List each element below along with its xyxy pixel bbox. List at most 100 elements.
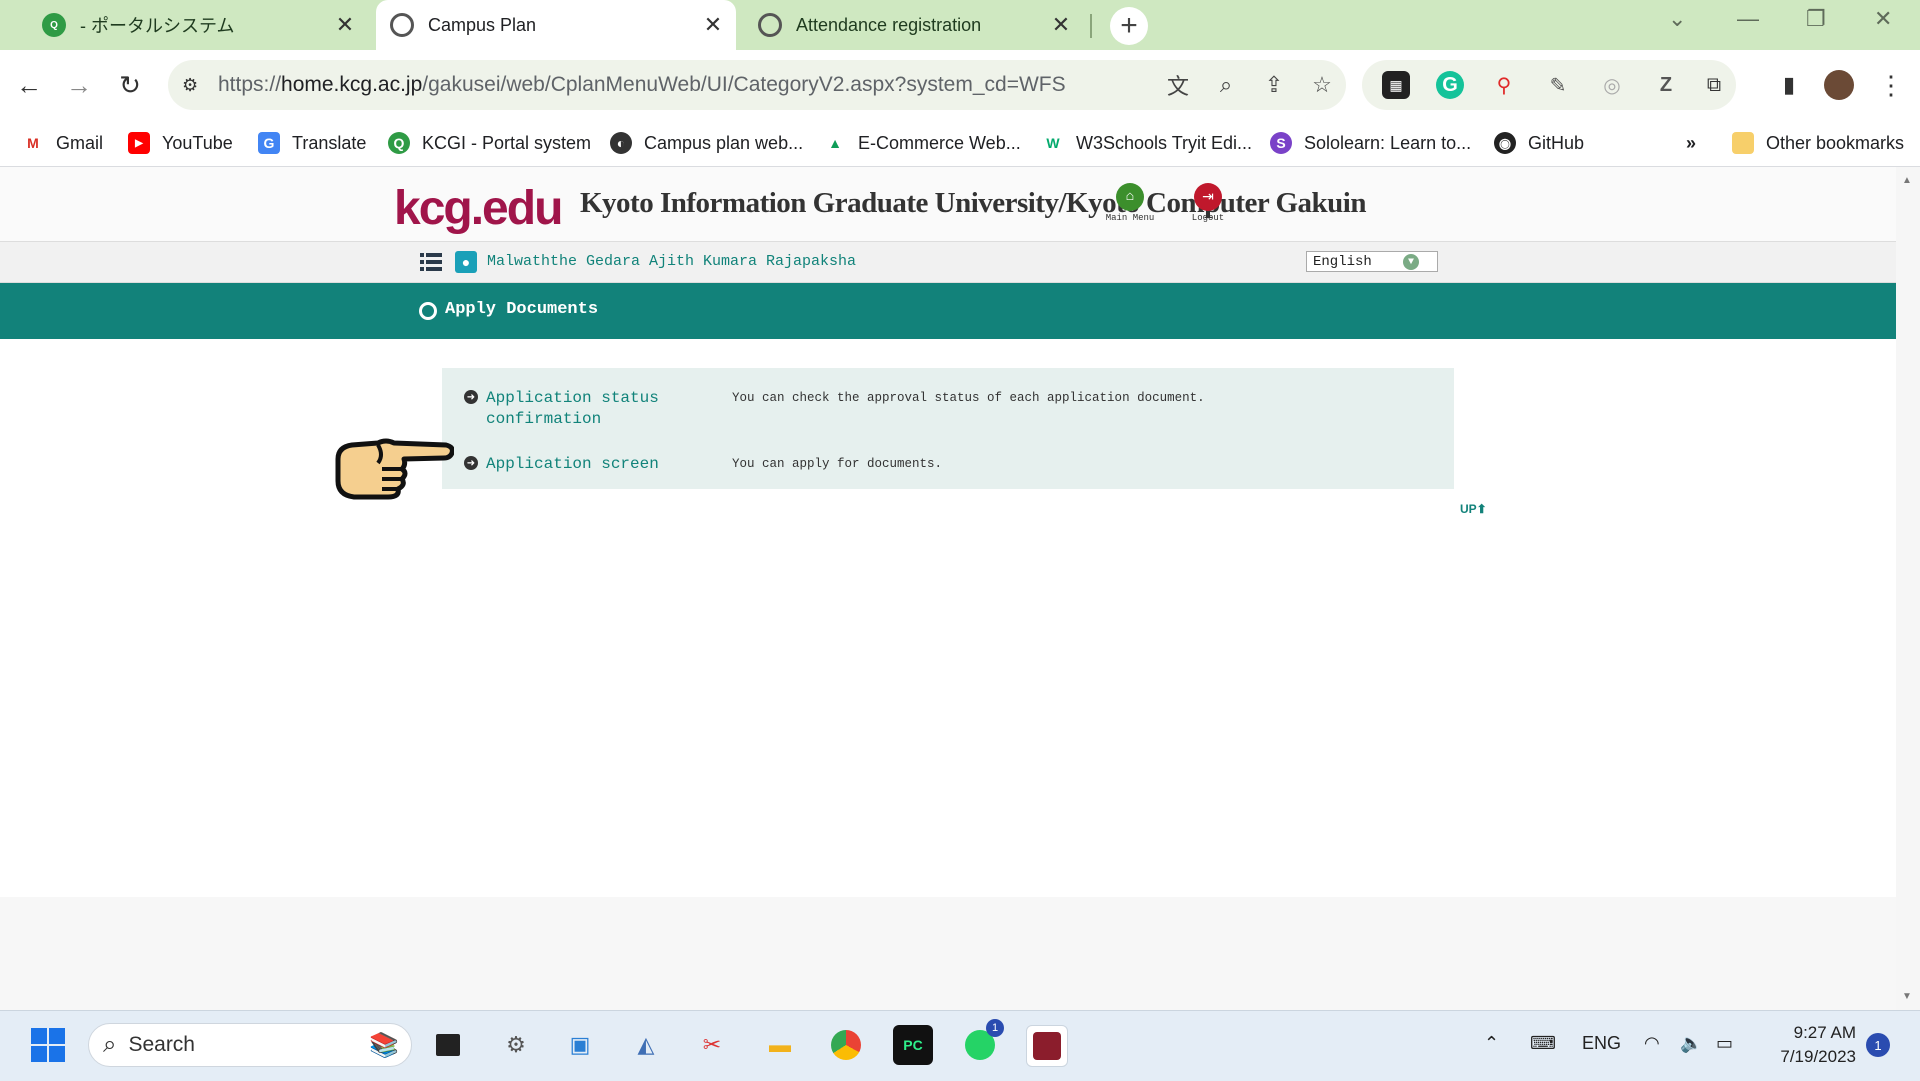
arrow-right-icon: ➜ (464, 456, 478, 470)
more-bookmarks-button[interactable]: » (1686, 129, 1696, 157)
page-up-link[interactable]: UP⬆ (1460, 502, 1487, 516)
page-footer (0, 897, 1896, 1010)
scroll-up-icon[interactable]: ▲ (1902, 175, 1912, 186)
address-bar[interactable]: ⚙ https://home.kcg.ac.jp/gakusei/web/Cpl… (168, 60, 1346, 110)
start-button[interactable] (28, 1025, 68, 1065)
snipping-tool-icon[interactable]: ✂ (692, 1025, 732, 1065)
key-icon[interactable]: ⚲ (1490, 71, 1518, 99)
section-header: Apply Documents (0, 283, 1896, 339)
language-select[interactable]: English ▼ (1306, 251, 1438, 272)
bookmark-gmail[interactable]: M Gmail (22, 129, 103, 157)
bookmark-translate[interactable]: G Translate (258, 129, 366, 157)
bookmark-github[interactable]: ◉ GitHub (1494, 129, 1584, 157)
active-app-icon[interactable] (1026, 1025, 1068, 1067)
clock[interactable]: 9:27 AM 7/19/2023 (1756, 1021, 1856, 1069)
clock-date: 7/19/2023 (1780, 1047, 1856, 1066)
compass-icon[interactable]: ◎ (1598, 71, 1626, 99)
photos-icon[interactable]: ◭ (626, 1025, 666, 1065)
user-bar: ● Malwaththe Gedara Ajith Kumara Rajapak… (0, 242, 1896, 283)
bookmark-star-icon[interactable]: ☆ (1298, 72, 1346, 98)
translate-page-icon[interactable]: 文 (1154, 69, 1202, 101)
browser-menu-icon[interactable]: ⋮ (1874, 68, 1908, 102)
task-view-icon[interactable] (428, 1025, 468, 1065)
browser-toolbar: ← → ↻ ⚙ https://home.kcg.ac.jp/gakusei/w… (0, 50, 1920, 120)
grammarly-icon[interactable]: G (1436, 71, 1464, 99)
logout-button[interactable]: ⇥ Logout (1178, 183, 1238, 223)
back-button[interactable]: ← (12, 68, 46, 102)
taskbar-search[interactable]: ⌕ Search 📚 (88, 1023, 412, 1067)
extension-icon-1[interactable]: ▦ (1382, 71, 1410, 99)
restore-icon[interactable]: ❐ (1806, 6, 1826, 32)
new-tab-button[interactable]: + (1110, 7, 1148, 45)
share-icon[interactable]: ⇪ (1250, 72, 1298, 98)
url-text[interactable]: https://home.kcg.ac.jp/gakusei/web/Cplan… (218, 73, 1154, 97)
chrome-icon[interactable] (826, 1025, 866, 1065)
close-icon[interactable]: ✕ (1046, 12, 1076, 38)
url-host: home.kcg.ac.jp (281, 73, 423, 96)
scroll-down-icon[interactable]: ▼ (1902, 991, 1912, 1002)
file-explorer-icon[interactable]: ▬ (760, 1025, 800, 1065)
chevron-up-icon[interactable]: ⌃ (1484, 1033, 1499, 1054)
extensions-area: ▦ G ⚲ ✎ ◎ Z ⧉ (1362, 60, 1736, 110)
kcgi-favicon-icon: Q (42, 13, 66, 37)
side-panel-icon[interactable]: ▮ (1772, 68, 1806, 102)
menu-item-application-status: ➜ Application status confirmation You ca… (464, 388, 1444, 432)
window-close-icon[interactable]: ✕ (1874, 6, 1892, 32)
main-menu-label: Main Menu (1105, 213, 1155, 223)
control-panel-icon[interactable]: ▣ (560, 1025, 600, 1065)
settings-icon[interactable]: ⚙ (496, 1025, 536, 1065)
circle-bullet-icon (419, 302, 437, 320)
close-icon[interactable]: ✕ (330, 12, 360, 38)
language-value: English (1313, 254, 1372, 270)
profile-avatar[interactable] (1822, 68, 1856, 102)
color-picker-icon[interactable]: ✎ (1544, 71, 1572, 99)
user-name[interactable]: Malwaththe Gedara Ajith Kumara Rajapaksh… (487, 253, 856, 270)
menu-item-description: You can apply for documents. (732, 457, 943, 471)
tab-portal-system[interactable]: Q - ポータルシステム ✕ (28, 0, 368, 50)
site-info-icon[interactable]: ⚙ (182, 75, 212, 96)
bookmark-sololearn[interactable]: S Sololearn: Learn to... (1270, 129, 1471, 157)
bookmark-w3schools[interactable]: W W3Schools Tryit Edi... (1042, 129, 1252, 157)
zotero-icon[interactable]: Z (1652, 71, 1680, 99)
extensions-puzzle-icon[interactable]: ⧉ (1700, 71, 1728, 99)
page-scrollbar[interactable]: ▲ ▼ (1896, 167, 1920, 1010)
tab-label: Campus Plan (428, 14, 537, 35)
up-label: UP (1460, 502, 1477, 516)
search-icon: ⌕ (103, 1031, 117, 1058)
windows-taskbar: ⌕ Search 📚 ⚙ ▣ ◭ ✂ ▬ PC 1 ⌃ ⌨ ENG ◠ 🔈 ▭ … (0, 1010, 1920, 1081)
tab-search-icon[interactable]: ⌄ (1668, 6, 1686, 32)
pycharm-icon[interactable]: PC (893, 1025, 933, 1065)
menu-item-description: You can check the approval status of eac… (732, 391, 1205, 405)
zoom-icon[interactable]: ⌕ (1202, 72, 1250, 98)
bookmark-label: Sololearn: Learn to... (1304, 132, 1472, 153)
application-status-link[interactable]: Application status confirmation (486, 388, 676, 430)
other-bookmarks-folder[interactable]: Other bookmarks (1732, 129, 1904, 157)
bookmark-label: Translate (292, 132, 367, 153)
tab-attendance-registration[interactable]: Attendance registration ✕ (744, 0, 1084, 50)
globe-icon: ◐ (610, 132, 632, 154)
bookmark-kcgi-portal[interactable]: Q KCGI - Portal system (388, 129, 591, 157)
battery-icon[interactable]: ▭ (1716, 1033, 1733, 1054)
bookmark-campus-plan[interactable]: ◐ Campus plan web... (610, 129, 803, 157)
minimize-icon[interactable]: — (1737, 6, 1759, 32)
bookmark-label: Campus plan web... (644, 132, 804, 153)
wifi-icon[interactable]: ◠ (1644, 1033, 1660, 1054)
input-language[interactable]: ENG (1582, 1033, 1621, 1054)
reload-button[interactable]: ↻ (113, 68, 147, 102)
bookmarks-bar: M Gmail ▶ YouTube G Translate Q KCGI - Porta… (0, 120, 1920, 167)
bookmark-youtube[interactable]: ▶ YouTube (128, 129, 233, 157)
site-logo[interactable]: kcg.edu (394, 181, 563, 236)
volume-icon[interactable]: 🔈 (1680, 1033, 1702, 1054)
close-icon[interactable]: ✕ (698, 12, 728, 38)
whatsapp-icon[interactable]: 1 (960, 1019, 1004, 1065)
folder-icon (1732, 132, 1754, 154)
forward-button[interactable]: → (62, 68, 96, 102)
application-screen-link[interactable]: Application screen (486, 454, 676, 475)
main-menu-button[interactable]: ⌂ Main Menu (1100, 183, 1160, 223)
notification-badge[interactable]: 1 (1866, 1033, 1890, 1057)
bookmark-ecommerce[interactable]: ▲ E-Commerce Web... (824, 129, 1021, 157)
tab-campus-plan[interactable]: Campus Plan ✕ (376, 0, 736, 50)
keyboard-icon[interactable]: ⌨ (1530, 1033, 1556, 1054)
translate-icon: G (258, 132, 280, 154)
menu-list-icon[interactable] (420, 251, 442, 273)
